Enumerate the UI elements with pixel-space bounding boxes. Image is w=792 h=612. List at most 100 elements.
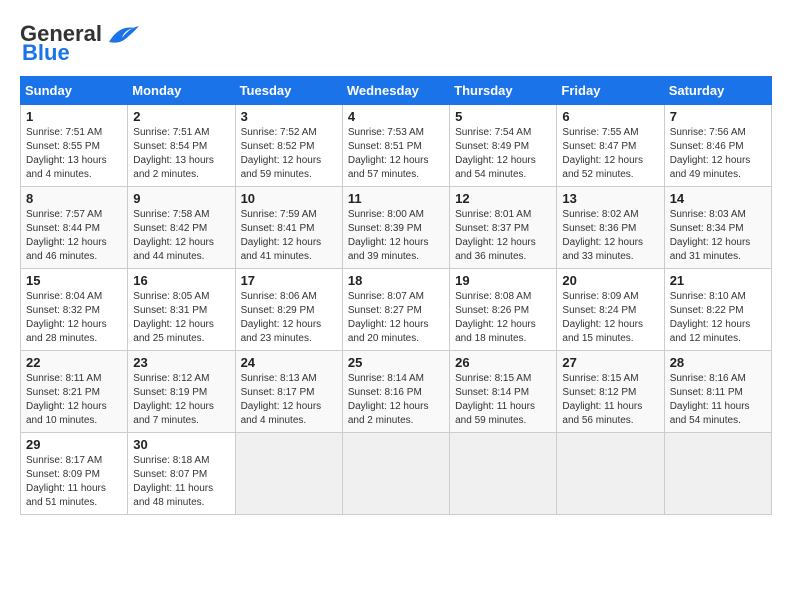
day-info: Sunrise: 8:02 AMSunset: 8:36 PMDaylight:…	[562, 208, 658, 264]
calendar-week-row: 15Sunrise: 8:04 AMSunset: 8:32 PMDayligh…	[21, 269, 772, 351]
day-number: 9	[133, 191, 229, 206]
calendar-cell: 15Sunrise: 8:04 AMSunset: 8:32 PMDayligh…	[21, 269, 128, 351]
day-info: Sunrise: 8:00 AMSunset: 8:39 PMDaylight:…	[348, 208, 444, 264]
day-number: 26	[455, 355, 551, 370]
calendar-cell: 20 Sunrise: 8:09 AMSunset: 8:24 PMDayligh…	[557, 269, 664, 351]
day-info: Sunrise: 7:54 AMSunset: 8:49 PMDaylight:…	[455, 126, 551, 182]
calendar-cell: 8 Sunrise: 7:57 AMSunset: 8:44 PMDaylight…	[21, 187, 128, 269]
calendar-cell: 4 Sunrise: 7:53 AMSunset: 8:51 PMDaylight…	[342, 105, 449, 187]
day-info: Sunrise: 7:51 AMSunset: 8:54 PMDaylight:…	[133, 126, 229, 182]
calendar-cell	[342, 433, 449, 515]
day-info: Sunrise: 8:15 AMSunset: 8:14 PMDaylight:…	[455, 372, 551, 428]
day-info: Sunrise: 7:51 AMSunset: 8:55 PMDaylight:…	[26, 126, 122, 182]
day-info: Sunrise: 7:52 AMSunset: 8:52 PMDaylight:…	[241, 126, 337, 182]
calendar-cell: 28Sunrise: 8:16 AMSunset: 8:11 PMDayligh…	[664, 351, 771, 433]
weekday-header-wednesday: Wednesday	[342, 77, 449, 105]
calendar-cell: 12Sunrise: 8:01 AMSunset: 8:37 PMDayligh…	[450, 187, 557, 269]
day-info: Sunrise: 7:53 AMSunset: 8:51 PMDaylight:…	[348, 126, 444, 182]
calendar-cell: 10 Sunrise: 7:59 AMSunset: 8:41 PMDayligh…	[235, 187, 342, 269]
day-number: 8	[26, 191, 122, 206]
day-number: 2	[133, 109, 229, 124]
calendar-cell: 3 Sunrise: 7:52 AMSunset: 8:52 PMDaylight…	[235, 105, 342, 187]
calendar-cell: 14 Sunrise: 8:03 AMSunset: 8:34 PMDayligh…	[664, 187, 771, 269]
weekday-header-thursday: Thursday	[450, 77, 557, 105]
day-info: Sunrise: 8:13 AMSunset: 8:17 PMDaylight:…	[241, 372, 337, 428]
calendar-cell: 27 Sunrise: 8:15 AMSunset: 8:12 PMDayligh…	[557, 351, 664, 433]
calendar-week-row: 22 Sunrise: 8:11 AMSunset: 8:21 PMDayligh…	[21, 351, 772, 433]
calendar-cell	[664, 433, 771, 515]
day-number: 11	[348, 191, 444, 206]
day-number: 16	[133, 273, 229, 288]
calendar-cell: 7Sunrise: 7:56 AMSunset: 8:46 PMDaylight…	[664, 105, 771, 187]
day-number: 17	[241, 273, 337, 288]
calendar-cell: 18 Sunrise: 8:07 AMSunset: 8:27 PMDayligh…	[342, 269, 449, 351]
day-info: Sunrise: 8:18 AMSunset: 8:07 PMDaylight:…	[133, 454, 229, 510]
day-info: Sunrise: 8:08 AMSunset: 8:26 PMDaylight:…	[455, 290, 551, 346]
day-info: Sunrise: 8:15 AMSunset: 8:12 PMDaylight:…	[562, 372, 658, 428]
day-number: 27	[562, 355, 658, 370]
day-info: Sunrise: 8:09 AMSunset: 8:24 PMDaylight:…	[562, 290, 658, 346]
calendar-week-row: 1 Sunrise: 7:51 AMSunset: 8:55 PMDaylight…	[21, 105, 772, 187]
day-info: Sunrise: 8:03 AMSunset: 8:34 PMDaylight:…	[670, 208, 766, 264]
day-info: Sunrise: 8:11 AMSunset: 8:21 PMDaylight:…	[26, 372, 122, 428]
day-number: 30	[133, 437, 229, 452]
logo-bird-icon	[104, 20, 142, 48]
day-number: 25	[348, 355, 444, 370]
calendar-cell: 21 Sunrise: 8:10 AMSunset: 8:22 PMDayligh…	[664, 269, 771, 351]
calendar-cell: 5 Sunrise: 7:54 AMSunset: 8:49 PMDaylight…	[450, 105, 557, 187]
day-info: Sunrise: 8:17 AMSunset: 8:09 PMDaylight:…	[26, 454, 122, 510]
day-number: 24	[241, 355, 337, 370]
weekday-header-saturday: Saturday	[664, 77, 771, 105]
day-number: 10	[241, 191, 337, 206]
day-number: 21	[670, 273, 766, 288]
day-number: 15	[26, 273, 122, 288]
calendar-cell	[557, 433, 664, 515]
calendar-cell	[235, 433, 342, 515]
day-info: Sunrise: 7:56 AMSunset: 8:46 PMDaylight:…	[670, 126, 766, 182]
weekday-header-monday: Monday	[128, 77, 235, 105]
day-number: 1	[26, 109, 122, 124]
day-info: Sunrise: 8:12 AMSunset: 8:19 PMDaylight:…	[133, 372, 229, 428]
calendar-cell: 1 Sunrise: 7:51 AMSunset: 8:55 PMDaylight…	[21, 105, 128, 187]
day-number: 5	[455, 109, 551, 124]
calendar-cell: 26 Sunrise: 8:15 AMSunset: 8:14 PMDayligh…	[450, 351, 557, 433]
day-info: Sunrise: 8:10 AMSunset: 8:22 PMDaylight:…	[670, 290, 766, 346]
day-info: Sunrise: 7:57 AMSunset: 8:44 PMDaylight:…	[26, 208, 122, 264]
calendar-cell: 23 Sunrise: 8:12 AMSunset: 8:19 PMDayligh…	[128, 351, 235, 433]
day-number: 4	[348, 109, 444, 124]
calendar-cell: 16Sunrise: 8:05 AMSunset: 8:31 PMDayligh…	[128, 269, 235, 351]
day-info: Sunrise: 7:58 AMSunset: 8:42 PMDaylight:…	[133, 208, 229, 264]
day-number: 14	[670, 191, 766, 206]
day-number: 29	[26, 437, 122, 452]
day-number: 22	[26, 355, 122, 370]
calendar-cell: 22 Sunrise: 8:11 AMSunset: 8:21 PMDayligh…	[21, 351, 128, 433]
header: General Blue	[20, 20, 772, 66]
calendar-cell: 24 Sunrise: 8:13 AMSunset: 8:17 PMDayligh…	[235, 351, 342, 433]
day-info: Sunrise: 8:07 AMSunset: 8:27 PMDaylight:…	[348, 290, 444, 346]
calendar-cell: 13 Sunrise: 8:02 AMSunset: 8:36 PMDayligh…	[557, 187, 664, 269]
day-number: 19	[455, 273, 551, 288]
day-number: 18	[348, 273, 444, 288]
weekday-header-sunday: Sunday	[21, 77, 128, 105]
day-number: 13	[562, 191, 658, 206]
calendar-cell: 25 Sunrise: 8:14 AMSunset: 8:16 PMDayligh…	[342, 351, 449, 433]
calendar-cell: 2 Sunrise: 7:51 AMSunset: 8:54 PMDaylight…	[128, 105, 235, 187]
day-number: 20	[562, 273, 658, 288]
day-info: Sunrise: 8:14 AMSunset: 8:16 PMDaylight:…	[348, 372, 444, 428]
weekday-header-tuesday: Tuesday	[235, 77, 342, 105]
day-number: 23	[133, 355, 229, 370]
calendar-cell: 11 Sunrise: 8:00 AMSunset: 8:39 PMDayligh…	[342, 187, 449, 269]
calendar-cell: 30 Sunrise: 8:18 AMSunset: 8:07 PMDayligh…	[128, 433, 235, 515]
calendar-cell: 17 Sunrise: 8:06 AMSunset: 8:29 PMDayligh…	[235, 269, 342, 351]
calendar-cell: 19 Sunrise: 8:08 AMSunset: 8:26 PMDayligh…	[450, 269, 557, 351]
day-number: 6	[562, 109, 658, 124]
calendar-cell: 6Sunrise: 7:55 AMSunset: 8:47 PMDaylight…	[557, 105, 664, 187]
calendar-cell: 29 Sunrise: 8:17 AMSunset: 8:09 PMDayligh…	[21, 433, 128, 515]
day-info: Sunrise: 8:06 AMSunset: 8:29 PMDaylight:…	[241, 290, 337, 346]
day-info: Sunrise: 7:59 AMSunset: 8:41 PMDaylight:…	[241, 208, 337, 264]
day-number: 3	[241, 109, 337, 124]
logo: General Blue	[20, 20, 142, 66]
calendar-cell	[450, 433, 557, 515]
weekday-header-row: SundayMondayTuesdayWednesdayThursdayFrid…	[21, 77, 772, 105]
day-info: Sunrise: 8:16 AMSunset: 8:11 PMDaylight:…	[670, 372, 766, 428]
